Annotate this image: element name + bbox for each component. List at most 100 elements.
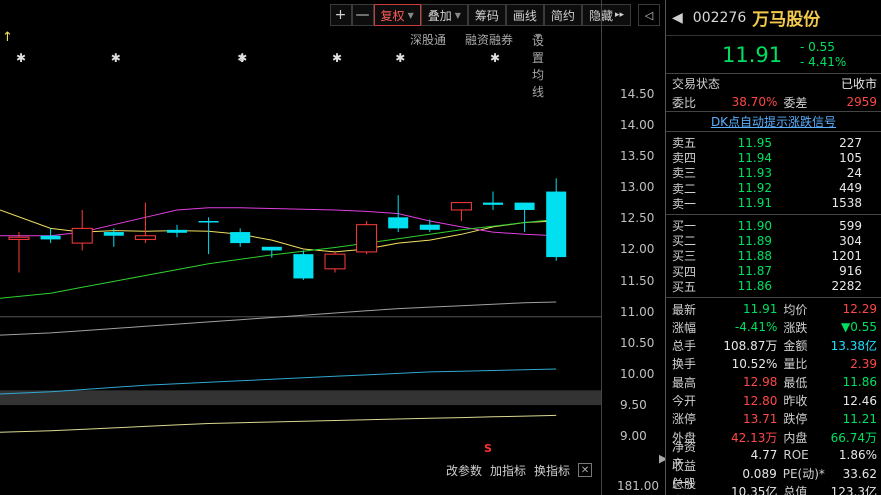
sell-row: 卖一 11.91 1538	[666, 196, 881, 211]
buy-volume: 2282	[831, 279, 862, 294]
close-icon[interactable]: ✕	[578, 463, 593, 477]
buy-row: 买三 11.88 1201	[666, 248, 881, 264]
rongzi-link[interactable]: 融资融券	[465, 31, 513, 48]
add-indicator-button[interactable]: 加指标	[490, 462, 526, 479]
buy-price: 11.89	[737, 233, 772, 248]
stat-label: 昨收	[783, 394, 808, 408]
candlestick-chart[interactable]: ✱ ✱ ✱ ✱ ✱ ✱↕	[0, 48, 601, 475]
collapse-panel-button[interactable]: ◁	[638, 4, 660, 26]
sell-orders: 卖五 11.95 227 卖四 11.94 105 卖三 11.93 24 卖二 11.92 4…	[666, 132, 881, 215]
buy-volume: 304	[839, 233, 862, 248]
stat-value: 12.29	[842, 302, 877, 317]
chevron-down-icon: ▼	[407, 10, 414, 20]
stat-value: 12.46	[842, 393, 877, 408]
stat-value: 2.39	[850, 356, 877, 371]
stat-value: ▼0.55	[841, 320, 877, 335]
divider	[601, 0, 602, 495]
zoom-in-button[interactable]: +	[329, 4, 352, 26]
stock-header: ◀ 002276 万马股份	[666, 0, 881, 36]
sell-price: 11.95	[737, 135, 772, 150]
sell-price: 11.91	[737, 196, 772, 211]
jianyue-button[interactable]: 简约	[543, 4, 582, 26]
sell-row: 卖五 11.95 227	[666, 135, 881, 151]
weicha-value: 2959	[846, 95, 877, 109]
candle-body	[450, 202, 472, 211]
chevron-down-icon: ▼	[535, 32, 542, 41]
candle-body	[388, 217, 409, 229]
candle-body	[356, 224, 378, 253]
weibi-value: 38.70%	[731, 95, 778, 109]
stat-label: 均价	[783, 302, 808, 317]
yincang-button[interactable]: 隐藏▸▸	[581, 4, 631, 26]
stat-value: 66.74万	[830, 430, 877, 445]
chevron-down-icon: ▼	[454, 10, 461, 20]
price-tick: 10.50	[620, 336, 655, 350]
price-tick: 9.50	[620, 398, 647, 412]
stat-label: 总手	[672, 339, 697, 354]
stock-name: 万马股份	[752, 10, 821, 30]
buy-price: 11.88	[737, 248, 772, 263]
back-icon[interactable]: ◀	[672, 10, 683, 26]
stat-row: 总手 108.87万 金额 13.38亿	[666, 336, 881, 354]
edit-params-button[interactable]: 改参数	[446, 462, 482, 479]
chouma-button[interactable]: 筹码	[467, 4, 506, 26]
stat-value: 11.91	[743, 302, 778, 317]
stat-row: 涨停 13.71 跌停 11.21	[666, 410, 881, 428]
candle-body	[483, 202, 503, 205]
huaxian-button[interactable]: 画线	[505, 4, 544, 26]
zoom-out-button[interactable]: —	[351, 4, 374, 26]
moving-average-line	[0, 301, 557, 336]
moving-average-line	[0, 414, 557, 433]
dk-signal-link[interactable]: DK点自动提示涨跌信号	[666, 112, 881, 132]
diejia-dropdown[interactable]: 叠加 ▼	[420, 4, 468, 26]
stat-value: 12.98	[743, 375, 778, 390]
candle-body	[134, 235, 156, 240]
stat-value: 1.86%	[838, 448, 877, 463]
sell-row: 卖二 11.92 449	[666, 181, 881, 196]
reference-band	[0, 390, 601, 406]
sell-row: 卖四 11.94 105	[666, 150, 881, 166]
candle-body	[198, 221, 219, 223]
weibi-label: 委比	[672, 95, 697, 110]
last-price: 11.91	[722, 42, 783, 67]
chart-area[interactable]: + — 复权▼ 叠加▼ 筹码 画线 简约 隐藏▸▸ ◁ ↑ 深股通 融资融券 设…	[0, 0, 667, 495]
price-tick: 12.00	[620, 242, 655, 256]
stat-row: 涨幅 -4.41% 涨跌 ▼0.55	[666, 318, 881, 336]
weicha-label: 委差	[783, 95, 808, 110]
candle-body	[261, 246, 282, 251]
double-arrow-icon: ▸▸	[614, 10, 624, 20]
buy-label: 买五	[672, 279, 697, 294]
price-change: - 0.55	[800, 39, 835, 54]
switch-indicator-button[interactable]: 换指标	[534, 462, 570, 479]
fuquan-dropdown[interactable]: 复权 ▼	[373, 4, 421, 26]
buy-row: 买二 11.89 304	[666, 233, 881, 249]
chart-subnav: 深股通 融资融券 设置均线 ▼	[0, 30, 600, 99]
stat-label: 量比	[783, 357, 808, 372]
shengutong-link[interactable]: 深股通	[410, 31, 446, 48]
sell-price: 11.93	[737, 165, 772, 180]
stat-label: 总值	[783, 485, 808, 495]
candle-body	[167, 229, 187, 233]
stat-value: 13.71	[743, 411, 778, 426]
candle-body	[324, 253, 346, 270]
buy-volume: 1201	[831, 248, 862, 263]
s-signal-marker: S	[484, 442, 492, 455]
star-marker: ✱	[111, 51, 121, 65]
stat-row: 今开 12.80 昨收 12.46	[666, 391, 881, 409]
sell-volume: 24	[846, 165, 862, 180]
price-tick: 14.50	[620, 87, 655, 101]
trade-status-value: 已收市	[840, 77, 877, 91]
trade-status-label: 交易状态	[672, 77, 721, 91]
quote-panel: ◀ 002276 万马股份 11.91 - 0.55 - 4.41% 交易状态 …	[665, 0, 881, 495]
stat-value: 10.35亿	[731, 485, 778, 495]
price-tick: 12.50	[620, 211, 655, 225]
stat-value: 4.77	[750, 448, 778, 463]
stat-label: 最新	[672, 302, 697, 317]
stat-label: 涨跌	[783, 320, 808, 335]
stat-value: 10.52%	[731, 356, 778, 371]
stat-label: 最低	[783, 375, 808, 390]
buy-volume: 916	[839, 264, 862, 279]
sell-price: 11.94	[737, 150, 772, 165]
sell-price: 11.92	[737, 181, 772, 196]
sell-volume: 227	[839, 135, 862, 150]
